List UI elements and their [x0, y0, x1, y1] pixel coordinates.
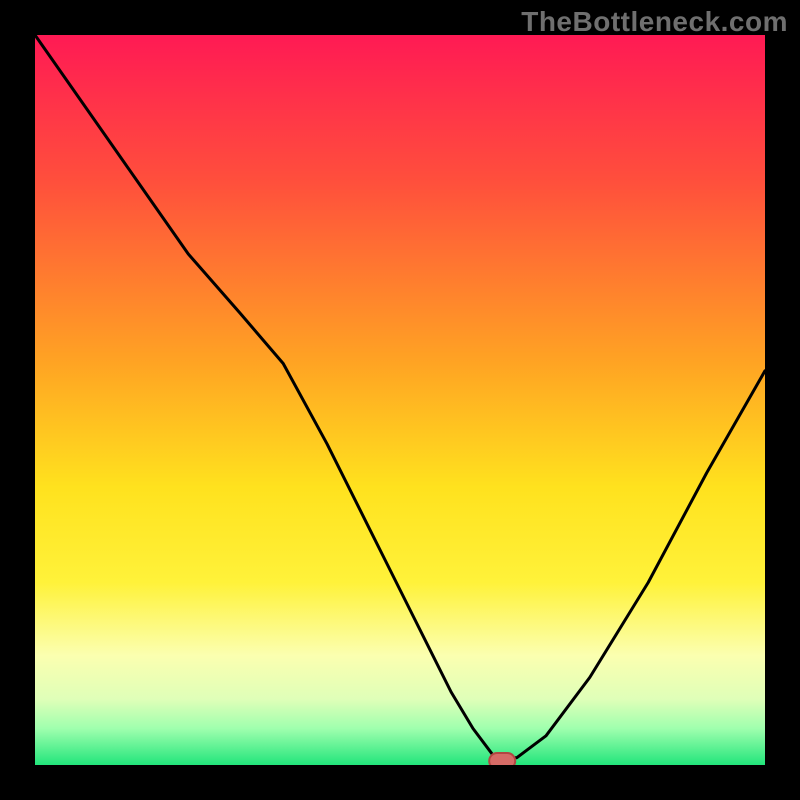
- optimal-marker: [489, 753, 515, 765]
- chart-frame: TheBottleneck.com: [0, 0, 800, 800]
- watermark-text: TheBottleneck.com: [521, 6, 788, 38]
- gradient-background: [35, 35, 765, 765]
- bottleneck-chart: [35, 35, 765, 765]
